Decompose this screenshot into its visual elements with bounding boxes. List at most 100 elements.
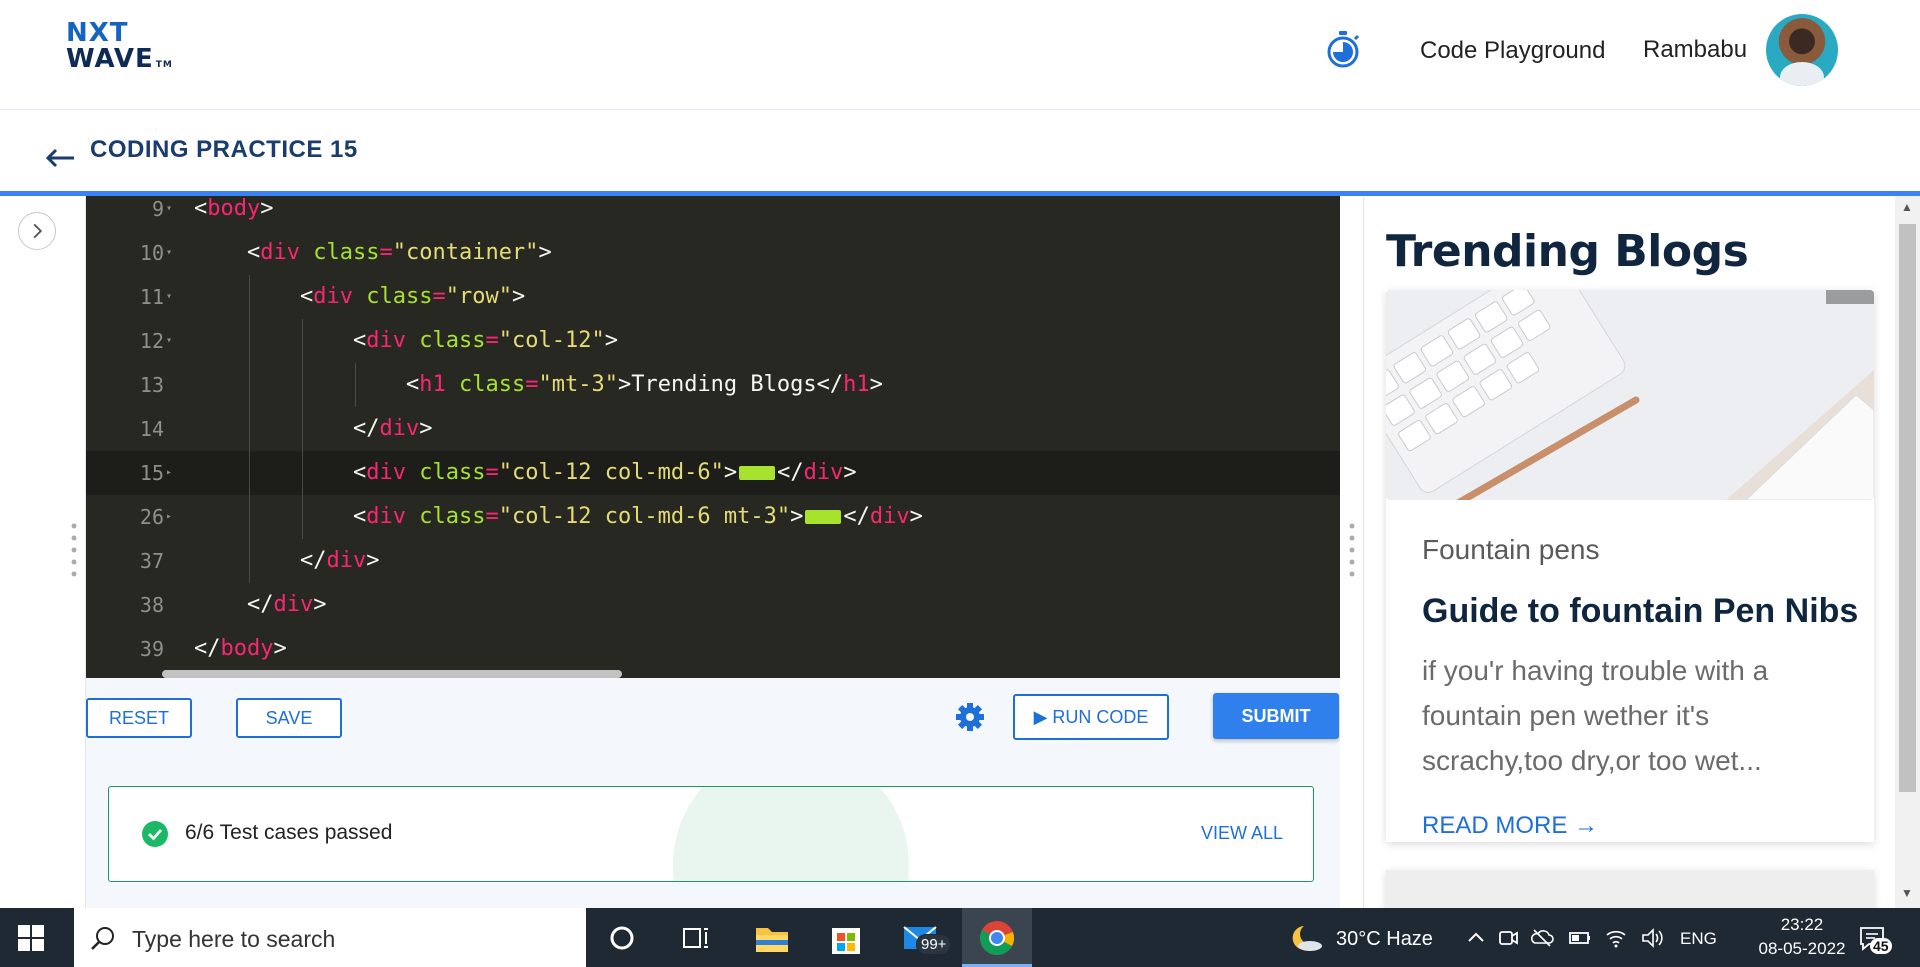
back-arrow-icon[interactable] [44, 146, 76, 170]
task-view-icon[interactable] [676, 918, 716, 958]
blog-description: if you'r having trouble with a fountain … [1422, 655, 1769, 776]
line-number: 13 [139, 373, 164, 397]
battery-icon[interactable] [1568, 926, 1592, 950]
preview-scrollbar[interactable]: ▲ ▼ [1895, 196, 1920, 908]
code-line[interactable]: 10 ▾ <div class="container"> [86, 231, 1340, 275]
taskbar-search-box[interactable]: Type here to search [74, 908, 586, 967]
stopwatch-icon[interactable] [1325, 30, 1361, 70]
chrome-icon [980, 921, 1015, 955]
code-line[interactable]: 15 ▸ <div class="col-12 col-md-6"> </div> [86, 451, 1340, 495]
submit-button[interactable]: SUBMIT [1213, 693, 1339, 739]
code-line[interactable]: 14 </div> [86, 407, 1340, 451]
code-text: <div class="col-12 col-md-6"> </div> [353, 460, 857, 485]
code-playground-link[interactable]: Code Playground [1420, 37, 1605, 65]
code-line[interactable]: 26 ▸ <div class="col-12 col-md-6 mt-3"> </d… [86, 495, 1340, 539]
indent-guide [302, 363, 303, 407]
avatar[interactable] [1766, 14, 1838, 86]
code-line[interactable]: 13 <h1 class="mt-3">Trending Blogs</h1> [86, 363, 1340, 407]
code-text: </div> [300, 548, 380, 573]
fold-toggle-icon[interactable]: ▾ [166, 275, 172, 319]
editor-horizontal-scrollbar[interactable] [162, 670, 622, 678]
code-line[interactable]: 12 ▾ <div class="col-12"> [86, 319, 1340, 363]
folded-code-marker[interactable] [739, 466, 776, 480]
test-summary: 6/6 Test cases passed [185, 821, 393, 844]
page-title: CODING PRACTICE 15 [90, 136, 358, 163]
mail-badge: 99+ [916, 934, 952, 955]
notification-count: 45 [1870, 938, 1892, 954]
logo-trademark: TM [155, 60, 173, 70]
chevron-up-icon[interactable] [1464, 926, 1488, 950]
save-button[interactable]: SAVE [236, 698, 342, 738]
code-text: <body> [194, 196, 274, 221]
code-editor[interactable]: 39 </body> 38 </div> 37 </div> 26 ▸ <div class="… [86, 196, 1340, 678]
indent-guide [249, 319, 250, 363]
pane-divider[interactable] [1340, 196, 1364, 908]
expand-panel-button[interactable] [18, 212, 56, 250]
read-more-link[interactable]: READ MORE → [1422, 812, 1598, 840]
reset-button[interactable]: RESET [86, 698, 192, 738]
indent-guide [302, 319, 303, 363]
resize-handle-icon[interactable] [71, 522, 77, 578]
code-text: </div> [247, 592, 327, 617]
username: Rambabu [1643, 36, 1748, 63]
check-circle-icon [142, 821, 168, 847]
scroll-down-arrow-icon[interactable]: ▼ [1901, 886, 1913, 900]
indent-guide [302, 407, 303, 451]
blog-image [1386, 290, 1874, 500]
fold-toggle-icon[interactable]: ▾ [166, 196, 172, 231]
indent-guide [249, 495, 250, 539]
editor-controls: RESET SAVE ▶ RUN CODE SUBMIT 6/6 Test ca… [86, 678, 1340, 908]
view-all-link[interactable]: VIEW ALL [1201, 823, 1283, 844]
code-text: <div class="container"> [247, 240, 552, 265]
top-navbar: NXT WAVE TM Code Playground Rambabu [0, 0, 1920, 110]
code-text: </div> [353, 416, 433, 441]
clock-date[interactable]: 08-05-2022 [1735, 939, 1869, 959]
indent-guide [302, 495, 303, 539]
cortana-icon[interactable] [602, 918, 642, 958]
output-preview: Trending Blogs Fountain pens Guide to fo… [1364, 196, 1895, 908]
scroll-up-arrow-icon[interactable]: ▲ [1901, 200, 1913, 214]
indent-guide [249, 363, 250, 407]
resize-handle-icon[interactable] [1349, 522, 1355, 578]
play-icon: ▶ [1033, 707, 1053, 727]
weather-status[interactable]: 30°C Haze [1336, 928, 1433, 951]
code-line[interactable]: 11 ▾ <div class="row"> [86, 275, 1340, 319]
microsoft-store-icon[interactable] [826, 918, 866, 958]
logo-wordmark: WAVE [66, 44, 154, 74]
line-number: 37 [139, 549, 164, 573]
gear-icon[interactable] [954, 701, 986, 733]
indent-guide [249, 407, 250, 451]
onedrive-icon[interactable] [1530, 926, 1554, 950]
practice-header: CODING PRACTICE 15 [0, 110, 1920, 196]
blog-card [1386, 870, 1874, 908]
clock-time[interactable]: 23:22 [1760, 915, 1844, 935]
file-explorer-icon[interactable] [752, 918, 792, 958]
search-icon [91, 927, 114, 950]
indent-guide [302, 451, 303, 495]
search-placeholder: Type here to search [132, 926, 336, 952]
code-line[interactable]: 39 </body> [86, 627, 1340, 671]
fold-toggle-icon[interactable]: ▸ [166, 451, 172, 495]
fold-toggle-icon[interactable]: ▾ [166, 231, 172, 275]
run-code-button[interactable]: ▶ RUN CODE [1013, 694, 1169, 740]
input-language[interactable]: ENG [1680, 929, 1717, 949]
chrome-taskbar-button[interactable] [962, 908, 1032, 967]
line-number: 15 [139, 461, 164, 485]
wifi-icon[interactable] [1604, 926, 1628, 950]
nxtwave-logo[interactable]: NXT WAVE TM [66, 20, 173, 78]
blog-card: Fountain pens Guide to fountain Pen Nibs… [1386, 290, 1874, 842]
code-line[interactable]: 9 ▾ <body> [86, 196, 1340, 231]
fold-toggle-icon[interactable]: ▾ [166, 319, 172, 363]
scrollbar-thumb[interactable] [1899, 224, 1916, 792]
success-watermark [673, 787, 909, 881]
windows-start-icon[interactable] [18, 925, 44, 951]
line-number: 14 [139, 417, 164, 441]
line-number: 11 [139, 285, 164, 309]
line-number: 26 [139, 505, 164, 529]
code-line[interactable]: 37 </div> [86, 539, 1340, 583]
meet-now-icon[interactable] [1496, 926, 1520, 950]
volume-icon[interactable] [1640, 926, 1664, 950]
code-line[interactable]: 38 </div> [86, 583, 1340, 627]
fold-toggle-icon[interactable]: ▸ [166, 495, 172, 539]
folded-code-marker[interactable] [805, 510, 842, 524]
